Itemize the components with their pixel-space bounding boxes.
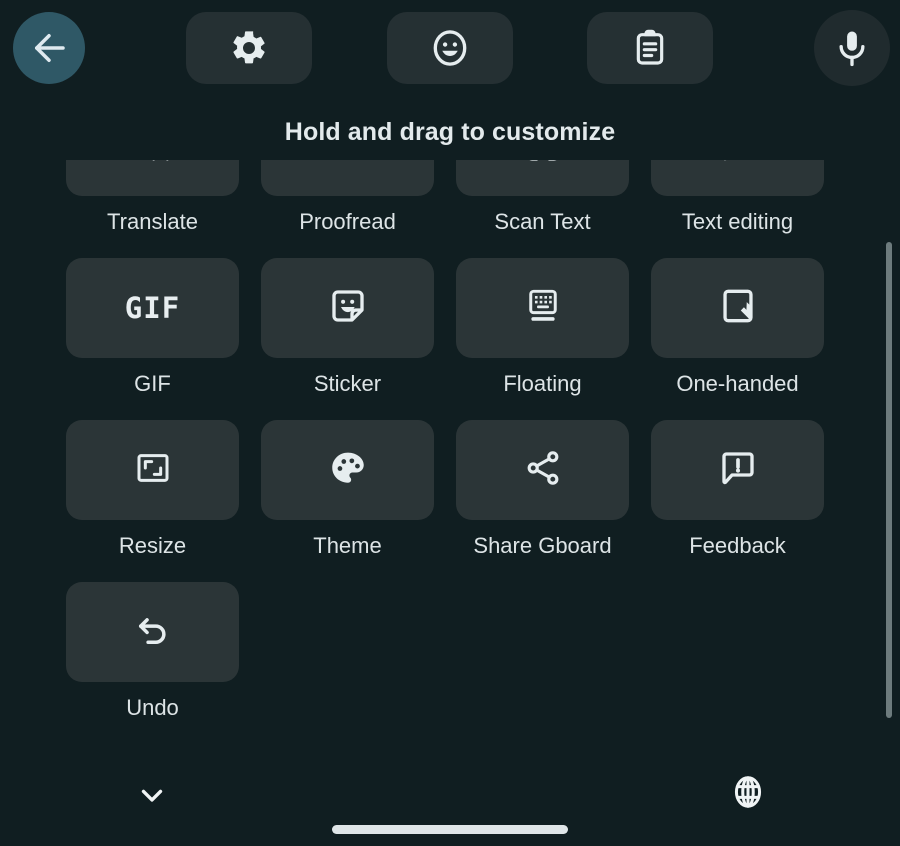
features-grid: Translate Proofread Scan Text Text editi… — [0, 160, 900, 722]
gear-icon — [229, 28, 269, 68]
feature-item-theme[interactable]: Theme — [261, 420, 434, 560]
scrollbar[interactable] — [886, 242, 892, 718]
feature-item-one-handed[interactable]: One-handed — [651, 258, 824, 398]
feature-item-text-editing[interactable]: Text editing — [651, 160, 824, 236]
feature-label: Feedback — [689, 533, 786, 558]
grid-row: Undo — [66, 582, 834, 722]
feature-card[interactable] — [261, 160, 434, 196]
feature-item-undo[interactable]: Undo — [66, 582, 239, 722]
clipboard-button[interactable] — [587, 12, 713, 84]
feature-item-share-gboard[interactable]: Share Gboard — [456, 420, 629, 560]
feature-card[interactable] — [261, 258, 434, 358]
feature-item-proofread[interactable]: Proofread — [261, 160, 434, 236]
feature-label: Proofread — [299, 209, 396, 234]
feature-label: Resize — [118, 533, 187, 558]
scrollbar-thumb[interactable] — [886, 242, 892, 718]
feature-label: GIF — [134, 371, 171, 396]
feature-card[interactable] — [66, 160, 239, 196]
microphone-icon — [831, 27, 873, 69]
feature-label: Scan Text — [494, 209, 591, 234]
feature-label: Sticker — [313, 371, 382, 396]
feature-item-feedback[interactable]: Feedback — [651, 420, 824, 560]
arrow-left-icon — [28, 27, 70, 69]
feature-label: Theme — [313, 533, 382, 558]
floating-keyboard-icon — [522, 285, 564, 332]
grid-row: GIF GIF Sticker Floating One-handed — [66, 258, 834, 398]
feature-card[interactable]: GIF — [66, 258, 239, 358]
feature-card[interactable] — [651, 160, 824, 196]
gboard-customize-screen: Hold and drag to customize Translate Pro… — [0, 0, 900, 846]
feature-label: Undo — [126, 695, 179, 720]
bottom-bar — [0, 752, 900, 846]
gif-icon: GIF — [124, 291, 181, 325]
sticker-icon — [327, 285, 369, 332]
language-button[interactable] — [718, 764, 778, 824]
feature-item-translate[interactable]: Translate — [66, 160, 239, 236]
feature-label: Text editing — [681, 209, 794, 234]
share-icon — [522, 447, 564, 494]
feature-card[interactable] — [456, 420, 629, 520]
features-scroll-area[interactable]: Translate Proofread Scan Text Text editi… — [0, 160, 900, 752]
translate-icon — [133, 160, 173, 169]
feature-card[interactable] — [261, 420, 434, 520]
feature-item-gif[interactable]: GIF GIF — [66, 258, 239, 398]
feature-card[interactable] — [456, 160, 629, 196]
feature-item-floating[interactable]: Floating — [456, 258, 629, 398]
feature-label: Share Gboard — [473, 533, 612, 558]
grid-row: Translate Proofread Scan Text Text editi… — [66, 160, 834, 236]
emoji-icon — [429, 27, 471, 69]
collapse-button[interactable] — [120, 774, 184, 820]
settings-button[interactable] — [186, 12, 312, 84]
back-button[interactable] — [13, 12, 85, 84]
globe-icon — [729, 773, 767, 816]
feedback-icon — [717, 447, 759, 494]
proofread-icon — [328, 160, 368, 169]
top-toolbar — [0, 0, 900, 96]
grid-row: Resize Theme Share Gboard Feedback — [66, 420, 834, 560]
feature-label: One-handed — [676, 371, 799, 396]
undo-icon — [132, 609, 174, 656]
page-subtitle: Hold and drag to customize — [284, 118, 616, 146]
feature-label: Floating — [503, 371, 582, 396]
emoji-button[interactable] — [387, 12, 513, 84]
feature-card[interactable] — [651, 258, 824, 358]
feature-item-resize[interactable]: Resize — [66, 420, 239, 560]
voice-input-button[interactable] — [814, 10, 890, 86]
feature-item-sticker[interactable]: Sticker — [261, 258, 434, 398]
feature-item-scan-text[interactable]: Scan Text — [456, 160, 629, 236]
chevron-down-icon — [135, 778, 169, 817]
resize-icon — [133, 448, 173, 493]
scan-text-icon — [523, 160, 563, 169]
palette-icon — [327, 447, 369, 494]
feature-card[interactable] — [456, 258, 629, 358]
feature-card[interactable] — [651, 420, 824, 520]
feature-label: Translate — [107, 209, 198, 234]
home-indicator — [332, 825, 568, 834]
clipboard-icon — [630, 28, 670, 68]
feature-card[interactable] — [66, 582, 239, 682]
one-handed-icon — [717, 285, 759, 332]
text-editing-icon — [718, 160, 758, 169]
feature-card[interactable] — [66, 420, 239, 520]
